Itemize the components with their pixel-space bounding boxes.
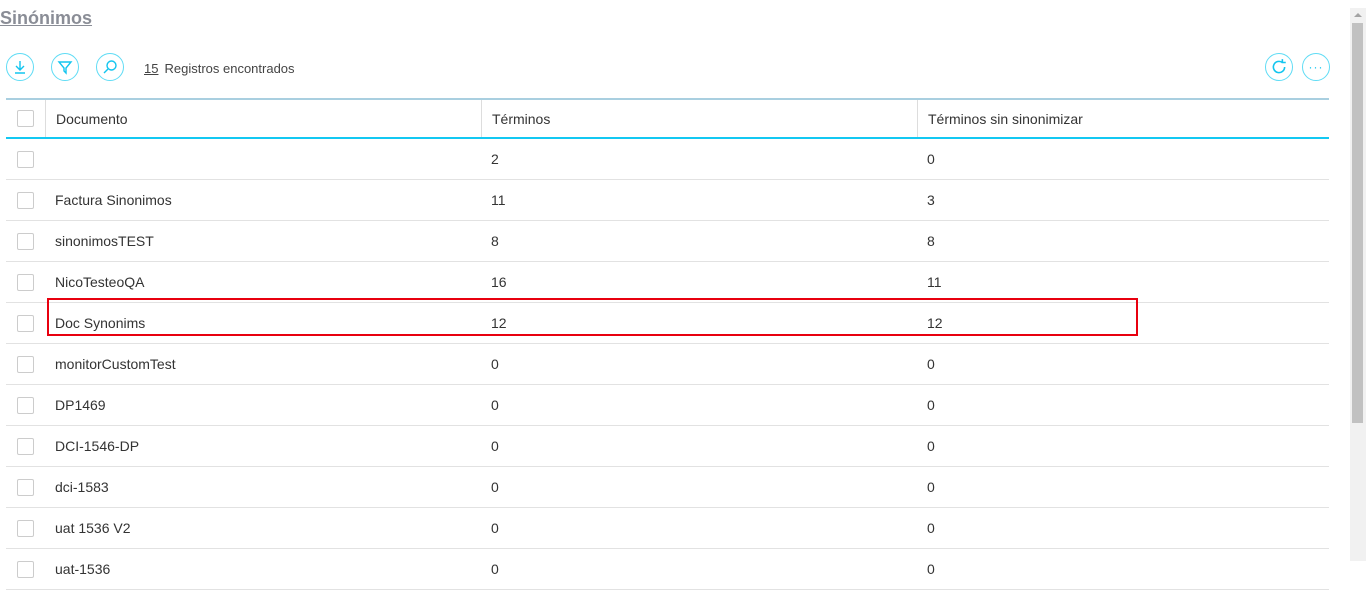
cell-terminos-sin-sinonimizar: 0 bbox=[927, 479, 935, 495]
highlight-box bbox=[47, 298, 1138, 336]
table-row[interactable]: uat 1536 V2 0 0 bbox=[6, 508, 1329, 549]
row-checkbox[interactable] bbox=[17, 519, 34, 537]
cell-documento: NicoTesteoQA bbox=[55, 274, 145, 290]
cell-documento: monitorCustomTest bbox=[55, 356, 176, 372]
download-icon bbox=[15, 61, 25, 74]
table-row[interactable]: Factura Sinonimos 11 3 bbox=[6, 180, 1329, 221]
scrollbar-thumb[interactable] bbox=[1352, 23, 1363, 423]
table-row[interactable]: uat-1536 0 0 bbox=[6, 549, 1329, 590]
cell-documento: uat 1536 V2 bbox=[55, 520, 131, 536]
synonyms-table: Documento Términos Términos sin sinonimi… bbox=[6, 98, 1329, 590]
cell-terminos: 2 bbox=[491, 151, 499, 167]
table-row[interactable]: DCI-1546-DP 0 0 bbox=[6, 426, 1329, 467]
column-header-terminos-sin-sinonimizar[interactable]: Términos sin sinonimizar bbox=[917, 100, 1329, 137]
select-all-checkbox[interactable] bbox=[17, 110, 34, 127]
cell-terminos-sin-sinonimizar: 3 bbox=[927, 192, 935, 208]
table-row[interactable]: monitorCustomTest 0 0 bbox=[6, 344, 1329, 385]
column-header-terminos[interactable]: Términos bbox=[481, 100, 917, 137]
refresh-icon bbox=[1272, 59, 1286, 74]
column-header-documento[interactable]: Documento bbox=[45, 100, 481, 137]
table-row[interactable]: dci-1583 0 0 bbox=[6, 467, 1329, 508]
cell-documento: uat-1536 bbox=[55, 561, 111, 577]
row-checkbox[interactable] bbox=[17, 232, 34, 250]
scroll-up-icon[interactable] bbox=[1354, 13, 1362, 17]
cell-terminos-sin-sinonimizar: 0 bbox=[927, 151, 935, 167]
row-checkbox[interactable] bbox=[17, 314, 34, 332]
cell-documento: dci-1583 bbox=[55, 479, 109, 495]
cell-terminos-sin-sinonimizar: 0 bbox=[927, 397, 935, 413]
refresh-button[interactable] bbox=[1265, 53, 1293, 81]
cell-terminos: 0 bbox=[491, 356, 499, 372]
cell-terminos: 16 bbox=[491, 274, 507, 290]
table-row[interactable]: NicoTesteoQA 16 11 bbox=[6, 262, 1329, 303]
filter-icon bbox=[57, 61, 73, 75]
row-checkbox[interactable] bbox=[17, 150, 34, 168]
table-row[interactable]: DP1469 0 0 bbox=[6, 385, 1329, 426]
more-options-button[interactable]: ··· bbox=[1302, 53, 1330, 81]
records-count: 15 Registros encontrados bbox=[144, 61, 295, 76]
scrollbar[interactable] bbox=[1350, 8, 1366, 561]
row-checkbox[interactable] bbox=[17, 478, 34, 496]
cell-terminos: 0 bbox=[491, 479, 499, 495]
cell-terminos: 0 bbox=[491, 520, 499, 536]
cell-documento: DP1469 bbox=[55, 397, 106, 413]
cell-terminos: 0 bbox=[491, 561, 499, 577]
cell-terminos-sin-sinonimizar: 11 bbox=[927, 274, 942, 290]
page-title[interactable]: Sinónimos bbox=[0, 8, 92, 29]
row-checkbox[interactable] bbox=[17, 273, 34, 291]
cell-terminos: 8 bbox=[491, 233, 499, 249]
cell-terminos-sin-sinonimizar: 0 bbox=[927, 561, 935, 577]
row-checkbox[interactable] bbox=[17, 355, 34, 373]
search-button[interactable] bbox=[96, 53, 124, 81]
cell-terminos-sin-sinonimizar: 0 bbox=[927, 356, 935, 372]
search-icon bbox=[103, 60, 117, 74]
row-checkbox[interactable] bbox=[17, 191, 34, 209]
cell-documento: Factura Sinonimos bbox=[55, 192, 172, 208]
more-icon: ··· bbox=[1308, 60, 1324, 74]
row-checkbox[interactable] bbox=[17, 396, 34, 414]
cell-terminos: 0 bbox=[491, 438, 499, 454]
filter-button[interactable] bbox=[51, 53, 79, 81]
cell-terminos: 0 bbox=[491, 397, 499, 413]
download-button[interactable] bbox=[6, 53, 34, 81]
cell-documento: sinonimosTEST bbox=[55, 233, 154, 249]
cell-terminos: 11 bbox=[491, 192, 506, 208]
table-row[interactable]: 20 bbox=[6, 139, 1329, 180]
table-header: Documento Términos Términos sin sinonimi… bbox=[6, 100, 1329, 139]
row-checkbox[interactable] bbox=[17, 560, 34, 578]
cell-documento: DCI-1546-DP bbox=[55, 438, 140, 454]
row-checkbox[interactable] bbox=[17, 437, 34, 455]
cell-terminos-sin-sinonimizar: 8 bbox=[927, 233, 935, 249]
cell-terminos-sin-sinonimizar: 0 bbox=[927, 438, 935, 454]
cell-terminos-sin-sinonimizar: 0 bbox=[927, 520, 935, 536]
table-row[interactable]: sinonimosTEST 8 8 bbox=[6, 221, 1329, 262]
